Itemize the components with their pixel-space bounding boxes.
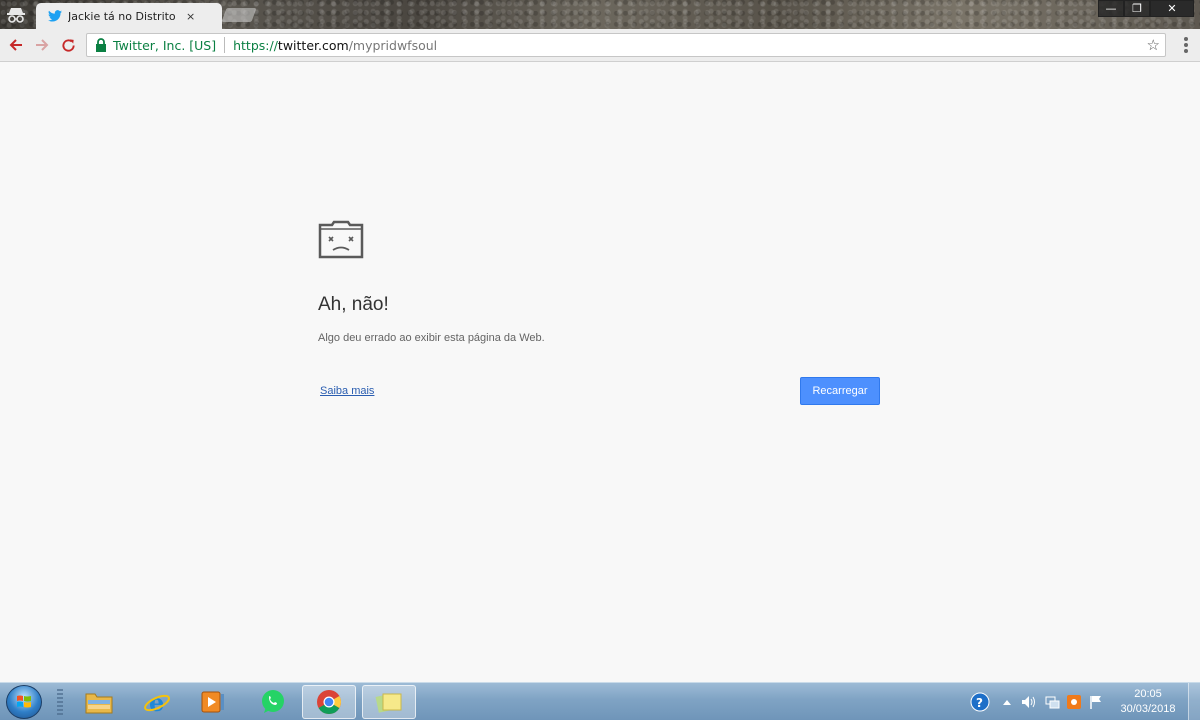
help-icon[interactable]: ? [970, 692, 990, 712]
windows-taskbar: e ? 20:05 30/03/2018 [0, 682, 1200, 720]
browser-tab[interactable]: Jackie tá no Distrito 9 VE × [36, 3, 222, 29]
reload-toolbar-button[interactable] [58, 35, 78, 55]
sad-tab-icon [318, 220, 364, 259]
clock-date: 30/03/2018 [1120, 703, 1176, 715]
url-host: twitter.com [277, 37, 349, 53]
omnibox-separator [224, 37, 226, 53]
maximize-button[interactable]: ❐ [1124, 0, 1150, 17]
whatsapp-icon [262, 690, 284, 713]
taskbar-sticky-notes[interactable] [362, 685, 416, 719]
chrome-menu-button[interactable] [1184, 37, 1188, 53]
reload-page-button[interactable]: Recarregar [800, 377, 880, 405]
show-hidden-icons-arrow-icon[interactable] [1002, 698, 1012, 706]
taskbar-grip [57, 689, 63, 715]
folder-icon [85, 693, 113, 714]
new-tab-button[interactable] [221, 8, 257, 22]
error-description: Algo deu errado ao exibir esta página da… [318, 332, 545, 344]
system-clock[interactable]: 20:05 30/03/2018 [1118, 687, 1178, 717]
volume-icon[interactable] [1020, 694, 1036, 710]
taskbar-chrome[interactable] [302, 685, 356, 719]
tab-close-button[interactable]: × [186, 10, 195, 23]
antivirus-icon[interactable] [1066, 694, 1082, 710]
tab-title: Jackie tá no Distrito 9 VE [68, 9, 176, 23]
chrome-icon [317, 690, 341, 715]
twitter-bird-icon [48, 10, 62, 22]
page-content: Ah, não! Algo deu errado ao exibir esta … [0, 62, 1200, 682]
back-button[interactable] [6, 35, 26, 55]
taskbar-internet-explorer[interactable]: e [130, 685, 184, 719]
forward-arrow-icon [36, 39, 49, 51]
network-icon[interactable] [1044, 694, 1060, 710]
bookmark-star-icon[interactable]: ☆ [1147, 36, 1160, 54]
window-controls: — ❐ ✕ [1098, 0, 1194, 17]
url-path: /mypridwfsoul [348, 37, 438, 53]
taskbar-whatsapp[interactable] [246, 685, 300, 719]
start-button[interactable] [6, 685, 42, 719]
url-scheme: https:// [233, 37, 278, 53]
sticky-notes-icon [375, 693, 402, 713]
menu-dot-icon [1184, 43, 1188, 47]
svg-text:e: e [149, 688, 164, 716]
browser-toolbar: Twitter, Inc. [US] https:// twitter.com … [0, 29, 1200, 62]
internet-explorer-icon: e [144, 688, 170, 716]
taskbar-media-player[interactable] [186, 685, 240, 719]
show-desktop-button[interactable] [1188, 683, 1200, 720]
site-identity[interactable]: Twitter, Inc. [US] [113, 38, 216, 53]
taskbar-file-explorer[interactable] [72, 685, 126, 719]
menu-dot-icon [1184, 49, 1188, 53]
media-player-icon [201, 691, 224, 713]
learn-more-link[interactable]: Saiba mais [320, 385, 374, 397]
address-bar[interactable]: Twitter, Inc. [US] https:// twitter.com … [86, 33, 1166, 57]
clock-time: 20:05 [1134, 688, 1162, 700]
incognito-icon [7, 8, 25, 23]
close-window-button[interactable]: ✕ [1150, 0, 1194, 17]
system-tray: ? 20:05 30/03/2018 [960, 683, 1200, 720]
lock-icon [96, 38, 106, 52]
menu-dot-icon [1184, 37, 1188, 41]
forward-button[interactable] [32, 35, 52, 55]
error-title: Ah, não! [318, 294, 389, 315]
reload-icon [61, 38, 75, 52]
windows-logo-icon [17, 695, 31, 708]
back-arrow-icon [9, 39, 22, 51]
action-center-flag-icon[interactable] [1088, 694, 1104, 710]
minimize-button[interactable]: — [1098, 0, 1124, 17]
svg-text:?: ? [976, 696, 983, 710]
title-bar: Jackie tá no Distrito 9 VE × — ❐ ✕ [0, 0, 1200, 29]
